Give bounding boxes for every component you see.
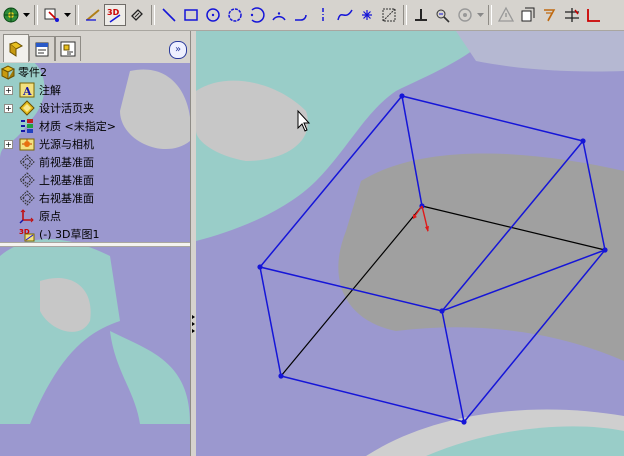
panel-split-divider[interactable] [0,242,190,247]
appearance-icon[interactable] [0,4,22,26]
tab-property-manager[interactable] [29,36,55,61]
display-style-icon[interactable] [41,4,63,26]
splitter-grip-icon[interactable] [192,313,195,335]
tree-item-origin[interactable]: 原点 [4,207,61,225]
vertex-point[interactable] [461,419,467,425]
display-relations-icon[interactable] [432,4,454,26]
toolbar-separator [151,5,155,25]
tree-item-label: 材质 <未指定> [39,120,116,133]
expand-icon[interactable]: + [4,85,13,95]
sketch-icon[interactable] [82,4,104,26]
centerline-icon[interactable] [312,4,334,26]
toolbar-separator [34,5,38,25]
feature-manager-icon [8,40,23,57]
tree-root-label: 零件2 [18,66,47,79]
plane-icon[interactable] [378,4,400,26]
tree-item-label: 光源与相机 [39,138,94,151]
design-binder-icon [19,100,35,116]
plane-icon [19,154,35,170]
arc-icon[interactable] [246,4,268,26]
circle-icon[interactable] [202,4,224,26]
tree-item-label: 设计活页夹 [39,102,94,115]
add-relation-icon[interactable] [410,4,432,26]
vertex-point[interactable] [399,93,405,99]
tree-item-right-plane[interactable]: 右视基准面 [4,189,94,207]
tree-item-material[interactable]: 材质 <未指定> [4,117,116,135]
panel-tab-bar: » [0,31,190,63]
vertex-point[interactable] [278,373,284,379]
tangent-arc-icon[interactable] [290,4,312,26]
collapse-panel-button[interactable]: » [169,41,187,59]
tree-item-label: (-) 3D草图1 [39,228,100,241]
part-icon [0,64,16,80]
svg-text:3D: 3D [107,8,120,17]
vertex-point[interactable] [439,308,445,314]
toolbar-separator [75,5,79,25]
toolbar-separator [403,5,407,25]
vertex-point[interactable] [257,264,263,270]
spline-icon[interactable] [334,4,356,26]
trim-entities-icon[interactable] [561,4,583,26]
tree-item-label: 注解 [39,84,61,97]
tree-item-label: 原点 [39,210,61,223]
rectangle-icon[interactable] [180,4,202,26]
tree-item-annotations[interactable]: + A 注解 [4,81,61,99]
tab-configuration-manager[interactable] [55,36,81,61]
tree-item-front-plane[interactable]: 前视基准面 [4,153,94,171]
move-entities-icon[interactable] [583,4,605,26]
lights-cameras-icon [19,136,35,152]
offset-entities-icon[interactable] [539,4,561,26]
graphics-canvas[interactable] [196,31,624,456]
origin-icon [19,208,35,224]
tab-feature-manager[interactable] [3,34,29,62]
tree-root[interactable]: 零件2 [0,63,47,81]
tree-item-lights-cameras[interactable]: + 光源与相机 [4,135,94,153]
feature-manager-panel: » 零件2 + A 注解 + 设计活页夹 材质 <未指定> + 光源与相机 前视… [0,31,190,456]
3d-sketch-icon[interactable]: 3D [104,4,126,26]
toolbar-separator [488,5,492,25]
graphics-area[interactable] [196,31,624,456]
tree-item-3d-sketch[interactable]: 3D (-) 3D草图1 [4,225,100,243]
display-style-dropdown-chevron-icon[interactable] [63,4,72,26]
three-point-arc-icon[interactable] [268,4,290,26]
appearance-dropdown-chevron-icon[interactable] [22,4,31,26]
line-icon[interactable] [158,4,180,26]
expand-icon[interactable]: + [4,103,13,113]
configuration-manager-icon [60,41,76,57]
command-toolbar: 3D [0,0,624,31]
convert-entities-icon[interactable] [517,4,539,26]
plane-icon [19,190,35,206]
vertex-point[interactable] [580,138,586,144]
annotations-icon: A [19,82,35,98]
reference-geometry-icon[interactable] [454,4,476,26]
tree-item-top-plane[interactable]: 上视基准面 [4,171,94,189]
property-manager-icon [35,42,49,57]
material-icon [19,118,35,134]
reference-geometry-dropdown-chevron-icon[interactable] [476,4,485,26]
plane-icon [19,172,35,188]
point-icon[interactable] [356,4,378,26]
expand-icon[interactable]: + [4,139,13,149]
3d-sketch-icon: 3D [19,226,35,242]
vertex-point[interactable] [602,247,608,253]
tree-item-label: 前视基准面 [39,156,94,169]
tree-item-label: 上视基准面 [39,174,94,187]
tree-item-design-binder[interactable]: + 设计活页夹 [4,99,94,117]
smart-dimension-icon[interactable] [126,4,148,26]
warning-icon[interactable] [495,4,517,26]
tree-item-label: 右视基准面 [39,192,94,205]
svg-text:A: A [22,85,32,98]
feature-tree: 零件2 + A 注解 + 设计活页夹 材质 <未指定> + 光源与相机 前视基准… [0,63,190,243]
perimeter-circle-icon[interactable] [224,4,246,26]
